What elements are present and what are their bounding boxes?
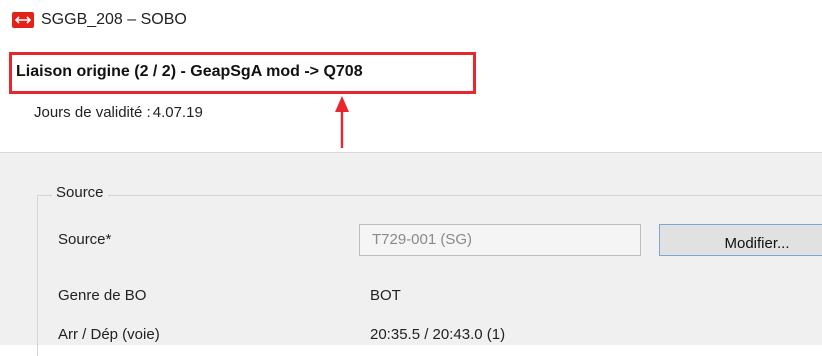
annotation-arrow-icon [335, 96, 349, 148]
window-title: SGGB_208 – SOBO [41, 11, 187, 28]
arr-dep-value: 20:35.5 / 20:43.0 (1) [370, 326, 506, 343]
validity-info: Jours de validité :4.07.19 [34, 104, 203, 121]
source-group-legend: Source [52, 184, 108, 201]
modify-button[interactable]: Modifier... [659, 224, 822, 256]
genre-bo-value: BOT [370, 287, 401, 304]
genre-bo-label: Genre de BO [58, 287, 147, 304]
source-field: T729-001 (SG) [359, 224, 641, 256]
window-titlebar: SGGB_208 – SOBO [12, 8, 187, 32]
source-label: Source* [58, 231, 112, 248]
validity-value: 4.07.19 [152, 104, 203, 121]
arr-dep-label: Arr / Dép (voie) [58, 326, 160, 343]
sbb-logo-icon [12, 12, 34, 28]
validity-label: Jours de validité : [34, 104, 151, 121]
liaison-title: Liaison origine (2 / 2) - GeapSgA mod ->… [16, 63, 363, 80]
